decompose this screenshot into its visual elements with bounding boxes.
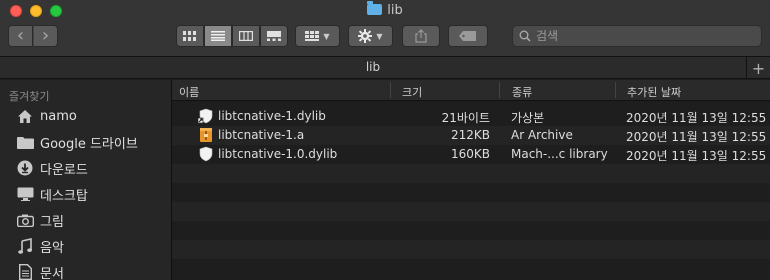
sidebar-item-label: namo xyxy=(40,108,77,124)
table-row[interactable]: libtcnative-1.dylib 21바이트 가상본 2020년 11월 … xyxy=(172,107,770,126)
file-date-added: 2020년 11월 13일 12:55 xyxy=(626,149,767,163)
camera-icon xyxy=(16,211,34,229)
file-list: 이름 크기 종류 추가된 날짜 libtcnative-1.dylib 21바이… xyxy=(172,80,770,280)
share-icon xyxy=(415,29,427,43)
navigation-buttons: ‹ › xyxy=(8,25,58,47)
back-button[interactable]: ‹ xyxy=(8,25,33,47)
sidebar-item-label: Google 드라이브 xyxy=(40,136,138,152)
sidebar-item-label: 문서 xyxy=(40,266,64,280)
empty-row xyxy=(172,183,770,202)
empty-row xyxy=(172,164,770,183)
column-view-button[interactable] xyxy=(232,25,260,47)
file-kind: Mach-...c library xyxy=(511,147,608,161)
plus-icon: + xyxy=(751,58,766,78)
sidebar-item-label: 데스크탑 xyxy=(40,188,88,204)
file-size: 160KB xyxy=(450,147,490,161)
group-icon xyxy=(305,31,320,41)
tab-bar: lib + xyxy=(0,57,770,79)
gallery-icon xyxy=(267,31,281,41)
empty-row xyxy=(172,240,770,259)
new-tab-button[interactable]: + xyxy=(746,57,770,79)
file-name: libtcnative-1.0.dylib xyxy=(218,147,338,161)
desktop-icon xyxy=(16,185,34,203)
sidebar-item-google-drive[interactable]: Google 드라이브 xyxy=(16,132,138,152)
search-field[interactable] xyxy=(512,25,762,47)
finder-window: lib ‹ › ▼ ▼ 검색 lib + 즐겨찾기 namo Google 드라… xyxy=(0,0,770,280)
file-date-added: 2020년 11월 13일 12:55 xyxy=(626,130,767,144)
sidebar-item-desktop[interactable]: 데스크탑 xyxy=(16,184,88,204)
folder-icon xyxy=(367,1,383,15)
sidebar-heading: 즐겨찾기 xyxy=(9,90,50,103)
column-divider[interactable] xyxy=(499,82,500,98)
list-header: 이름 크기 종류 추가된 날짜 xyxy=(172,80,770,101)
list-view-button[interactable] xyxy=(204,25,232,47)
window-title: lib xyxy=(0,1,770,18)
tags-button[interactable] xyxy=(448,25,488,47)
sidebar-item-label: 다운로드 xyxy=(40,162,88,178)
sidebar-item-label: 음악 xyxy=(40,240,64,256)
column-divider[interactable] xyxy=(615,82,616,98)
gear-icon xyxy=(358,29,373,43)
sidebar-item-pictures[interactable]: 그림 xyxy=(16,210,64,230)
table-row[interactable]: libtcnative-1.0.dylib 160KB Mach-...c li… xyxy=(172,145,770,164)
icon-view-button[interactable] xyxy=(176,25,204,47)
chevron-right-icon: › xyxy=(41,25,50,46)
sidebar-item-label: 그림 xyxy=(40,214,64,230)
column-header-date-added[interactable]: 추가된 날짜 xyxy=(627,84,681,100)
file-name: libtcnative-1.a xyxy=(218,128,305,142)
list-icon xyxy=(211,31,225,41)
music-icon xyxy=(16,237,34,255)
sidebar: 즐겨찾기 namo Google 드라이브 다운로드 데스크탑 그림 음악 문서 xyxy=(0,80,172,280)
view-mode-switcher xyxy=(176,25,288,47)
tab-lib[interactable]: lib xyxy=(0,60,746,74)
columns-icon xyxy=(239,31,253,41)
title-bar: lib ‹ › ▼ ▼ xyxy=(0,0,770,57)
chevron-left-icon: ‹ xyxy=(16,25,25,46)
column-divider[interactable] xyxy=(390,82,391,98)
sidebar-item-downloads[interactable]: 다운로드 xyxy=(16,158,88,178)
file-date-added: 2020년 11월 13일 12:55 xyxy=(626,111,767,125)
column-header-name[interactable]: 이름 xyxy=(179,84,199,100)
file-name: libtcnative-1.dylib xyxy=(218,109,326,123)
document-icon xyxy=(16,263,34,280)
search-input[interactable] xyxy=(536,29,736,43)
empty-row xyxy=(172,202,770,221)
download-icon xyxy=(16,159,34,177)
forward-button[interactable]: › xyxy=(33,25,58,47)
column-header-kind[interactable]: 종류 xyxy=(512,84,532,100)
action-menu-button[interactable]: ▼ xyxy=(348,25,393,47)
group-by-button[interactable]: ▼ xyxy=(295,25,340,47)
sidebar-item-music[interactable]: 음악 xyxy=(16,236,64,256)
grid-icon xyxy=(183,31,196,41)
share-button[interactable] xyxy=(402,25,440,47)
search-icon xyxy=(519,30,531,42)
file-size: 21바이트 xyxy=(441,111,490,125)
tag-icon xyxy=(459,31,476,41)
empty-row xyxy=(172,259,770,280)
window-title-text: lib xyxy=(387,3,403,18)
column-header-size[interactable]: 크기 xyxy=(402,84,422,100)
folder-icon xyxy=(16,133,34,151)
shield-icon xyxy=(199,146,213,162)
file-kind: Ar Archive xyxy=(511,128,573,142)
table-row[interactable]: libtcnative-1.a 212KB Ar Archive 2020년 1… xyxy=(172,126,770,145)
file-size: 212KB xyxy=(450,128,490,142)
file-kind: 가상본 xyxy=(511,111,545,125)
chevron-down-icon: ▼ xyxy=(376,31,383,41)
chevron-down-icon: ▼ xyxy=(323,31,330,41)
home-icon xyxy=(16,107,34,125)
sidebar-item-namo[interactable]: namo xyxy=(16,106,77,126)
archive-icon xyxy=(200,128,212,142)
alias-shield-icon xyxy=(198,108,213,124)
empty-row xyxy=(172,221,770,240)
sidebar-item-documents[interactable]: 문서 xyxy=(16,262,64,280)
gallery-view-button[interactable] xyxy=(260,25,288,47)
